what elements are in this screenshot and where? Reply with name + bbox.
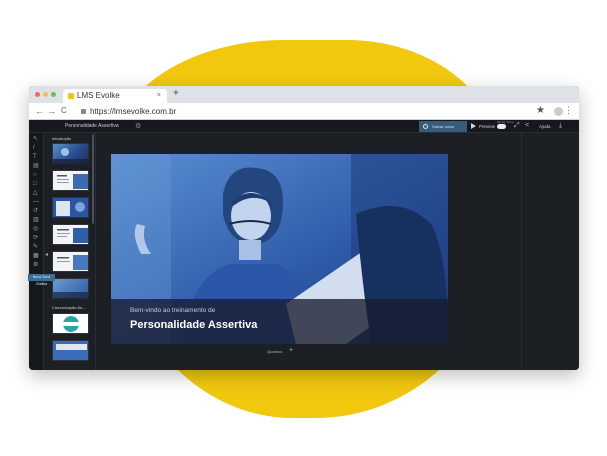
thumbnail-text-icon (57, 174, 88, 189)
thumbnail-text-icon (57, 255, 88, 270)
window-close-button[interactable] (35, 92, 40, 97)
text-tool-icon[interactable]: T (33, 154, 37, 160)
thumbnail-title-icon (63, 316, 79, 332)
slide-title[interactable]: Personalidade Assertiva (130, 319, 257, 331)
line-tool-icon[interactable]: / (33, 145, 35, 151)
group-label-section: Comunicação As... (52, 305, 86, 310)
slide-thumbnail[interactable] (52, 224, 89, 245)
select-tool-icon[interactable]: ↖ (33, 136, 38, 142)
add-frame-icon[interactable]: + (289, 347, 293, 354)
slide-thumbnail[interactable] (52, 170, 89, 191)
thumbnail-text-icon (57, 228, 88, 243)
tab-title: LMS Evolke (77, 91, 120, 100)
new-scene-button[interactable]: Nova Cena Gráfica (28, 274, 55, 286)
slides-panel: ◂ Introdução Comunicação As... (44, 133, 96, 370)
slide-thumbnail[interactable] (52, 251, 89, 272)
thumbnails-scrollbar[interactable] (92, 134, 94, 224)
divider-tool-icon[interactable]: — (33, 199, 39, 205)
slide-thumbnail[interactable] (52, 143, 90, 165)
image-tool-icon[interactable]: ▤ (33, 163, 39, 169)
slide-thumbnail[interactable] (52, 340, 89, 361)
editor-top-bar: Personalidade Assertiva ⚙ Salvar como Se… (29, 120, 579, 140)
slide-subtitle[interactable]: Bem-vindo ao treinamento de (130, 307, 215, 314)
save-sequence-button[interactable]: Salvar como Sequência (419, 121, 467, 140)
current-slide[interactable]: Bem-vindo ao treinamento de Personalidad… (111, 154, 448, 344)
preview-button[interactable]: Preview (471, 122, 495, 131)
slide-thumbnail[interactable] (52, 197, 89, 218)
group-label-intro: Introdução (52, 136, 71, 141)
target-tool-icon[interactable]: ◎ (33, 226, 38, 232)
thumbnail-photo-icon (53, 148, 90, 165)
circle-tool-icon[interactable]: ○ (33, 172, 37, 178)
download-icon[interactable]: ⤓ (559, 122, 562, 130)
thumbnail-photo-icon (53, 292, 90, 300)
collapse-panel-icon[interactable]: ◂ (45, 251, 48, 258)
properties-panel (521, 133, 579, 370)
profile-avatar[interactable] (554, 107, 563, 116)
preview-label: Preview (479, 124, 496, 129)
browser-menu-icon[interactable]: ⋮ (564, 105, 573, 116)
thumbnail-photo-icon (56, 344, 87, 350)
share-icon[interactable]: < (525, 122, 529, 129)
expand-icon[interactable]: ⤢ (514, 122, 520, 130)
back-arrow-icon[interactable]: ← (35, 106, 44, 116)
url-field[interactable]: https://lmsevolke.com.br (81, 106, 531, 117)
slide-caption: Bem-vindo ao treinamento de Personalidad… (111, 299, 448, 344)
tools-sidebar: ↖ / T ▤ ○ □ △ — ↺ ▥ ◎ ⟳ ✎ ▦ ⚙ (29, 133, 44, 370)
browser-tab-bar: LMS Evolke × + (29, 86, 579, 103)
rotate-tool-icon[interactable]: ⟳ (33, 235, 38, 241)
document-title[interactable]: Personalidade Assertiva (65, 123, 119, 129)
grid-tool-icon[interactable]: ▦ (33, 253, 39, 259)
media-tool-icon[interactable]: ▥ (33, 217, 39, 223)
save-icon (423, 124, 428, 129)
lock-icon (81, 109, 86, 114)
bookmark-star-icon[interactable]: ★ (536, 105, 545, 116)
window-maximize-button[interactable] (51, 92, 56, 97)
url-text: https://lmsevolke.com.br (90, 107, 177, 116)
theme-toggle[interactable] (497, 124, 506, 129)
thumbnail-photo-icon (56, 201, 85, 216)
frames-label: Quadros (267, 349, 283, 354)
triangle-tool-icon[interactable]: △ (33, 190, 38, 196)
window-minimize-button[interactable] (43, 92, 48, 97)
settings-tool-icon[interactable]: ⚙ (33, 262, 38, 268)
address-bar: ← → C https://lmsevolke.com.br ★ ⋮ (29, 103, 579, 120)
stage: LMS Evolke × + ← → C https://lmsevolke.c… (0, 0, 607, 456)
help-button[interactable]: Ajuda (539, 121, 551, 132)
new-tab-icon[interactable]: + (173, 88, 179, 99)
browser-tab[interactable]: LMS Evolke × (63, 89, 167, 103)
tab-close-icon[interactable]: × (157, 89, 161, 103)
edit-tool-icon[interactable]: ✎ (33, 244, 38, 250)
settings-icon[interactable]: ⚙ (135, 122, 141, 130)
favicon-icon (68, 93, 74, 99)
undo-tool-icon[interactable]: ↺ (33, 208, 38, 214)
reload-icon[interactable]: C (61, 106, 67, 115)
play-icon (471, 123, 476, 129)
slide-thumbnail[interactable] (52, 313, 89, 334)
rectangle-tool-icon[interactable]: □ (33, 181, 37, 187)
forward-arrow-icon[interactable]: → (47, 106, 56, 116)
slide-thumbnail[interactable] (52, 278, 90, 300)
